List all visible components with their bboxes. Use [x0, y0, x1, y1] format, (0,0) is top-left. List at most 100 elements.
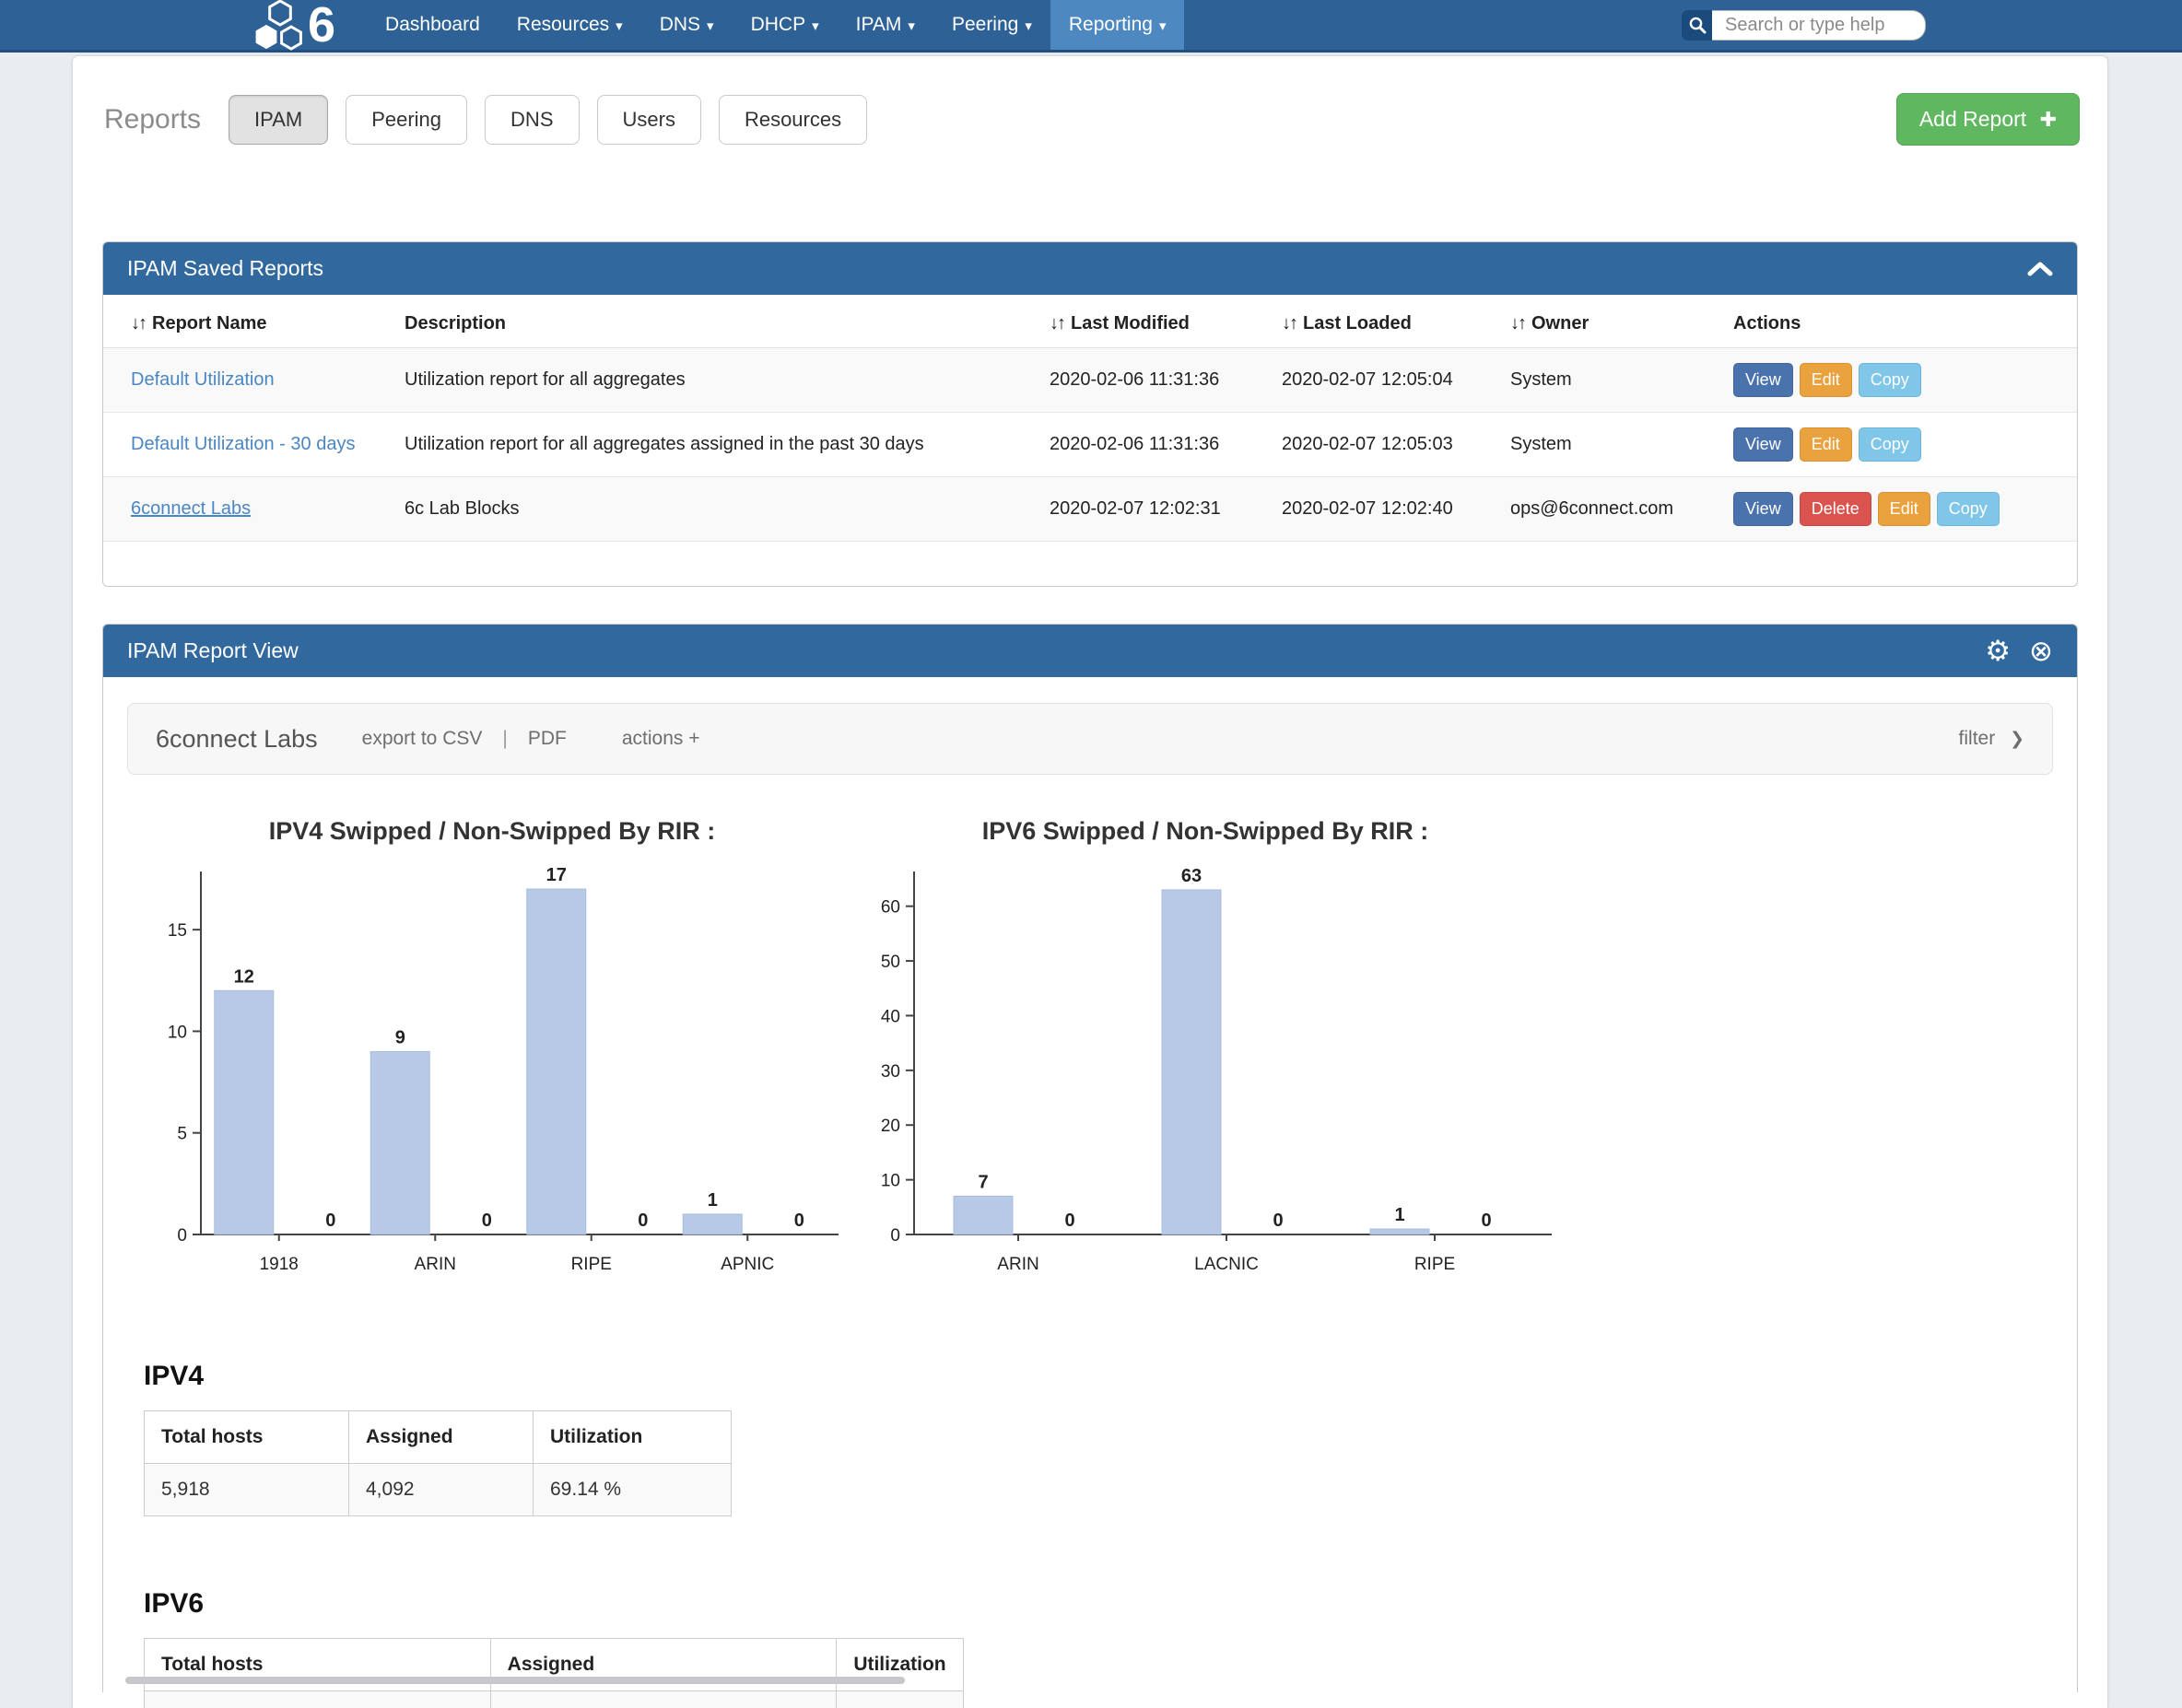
column-header-owner[interactable]: ↓↑Owner — [1499, 297, 1722, 348]
tab-ipam[interactable]: IPAM — [229, 95, 328, 145]
column-header-last-loaded[interactable]: ↓↑ Last Loaded — [1271, 297, 1499, 348]
svg-text:ARIN: ARIN — [997, 1255, 1038, 1274]
export-pdf-link[interactable]: PDF — [528, 728, 567, 750]
close-icon[interactable]: ⊗ — [2029, 637, 2053, 665]
app-logo[interactable]: 6 — [247, 0, 335, 52]
svg-text:9: 9 — [395, 1027, 405, 1047]
column-header-report-name[interactable]: ↓↑Report Name — [103, 297, 393, 348]
ipv6-summary-section: IPV6 Total hostsAssignedUtilization1,208… — [144, 1588, 2077, 1708]
summary-value-total-hosts: 1,208,944,266,358,702,884,257,818 — [145, 1691, 491, 1708]
gear-icon[interactable]: ⚙ — [1985, 637, 2011, 665]
saved-reports-panel: IPAM Saved Reports ↓↑Report Name Descript… — [102, 241, 2078, 587]
chart-ipv6: IPV6 Swipped / Non-Swipped By RIR :01020… — [855, 817, 1555, 1300]
ipv4-summary-section: IPV4 Total hostsAssignedUtilization5,918… — [144, 1361, 2077, 1516]
report-link[interactable]: Default Utilization - 30 days — [131, 434, 355, 454]
add-report-label: Add Report — [1919, 107, 2026, 131]
caret-down-icon: ▾ — [812, 18, 819, 34]
tab-resources[interactable]: Resources — [719, 95, 867, 145]
add-report-button[interactable]: Add Report ✚ — [1896, 93, 2080, 146]
ipv6-summary-table: Total hostsAssignedUtilization1,208,944,… — [144, 1638, 964, 1708]
summary-col-utilization: Utilization — [534, 1411, 732, 1464]
chart-ipv4: IPV4 Swipped / Non-Swipped By RIR :05101… — [142, 817, 842, 1300]
svg-text:0: 0 — [325, 1211, 335, 1231]
copy-button[interactable]: Copy — [1859, 363, 1921, 397]
chart-title: IPV6 Swipped / Non-Swipped By RIR : — [855, 817, 1555, 846]
report-link[interactable]: Default Utilization — [131, 369, 275, 390]
sort-icon: ↓↑ — [1050, 313, 1064, 333]
nav-item-dhcp[interactable]: DHCP ▾ — [733, 0, 838, 50]
delete-button[interactable]: Delete — [1800, 492, 1871, 526]
view-button[interactable]: View — [1733, 427, 1793, 462]
column-label: Owner — [1531, 313, 1589, 333]
nav-item-ipam[interactable]: IPAM▾ — [838, 0, 933, 50]
nav-item-reporting[interactable]: Reporting▾ — [1050, 0, 1185, 50]
actions-cell: ViewEditCopy — [1722, 348, 2077, 413]
svg-text:LACNIC: LACNIC — [1194, 1255, 1259, 1274]
panel-title: IPAM Saved Reports — [127, 256, 323, 281]
edit-button[interactable]: Edit — [1800, 363, 1852, 397]
svg-text:0: 0 — [638, 1211, 648, 1231]
search-icon[interactable] — [1682, 10, 1712, 41]
svg-text:0: 0 — [1481, 1211, 1491, 1231]
last-modified-cell: 2020-02-06 11:31:36 — [1038, 413, 1271, 477]
copy-button[interactable]: Copy — [1859, 427, 1921, 462]
svg-text:60: 60 — [881, 898, 900, 918]
svg-text:RIPE: RIPE — [1414, 1255, 1455, 1274]
svg-text:ARIN: ARIN — [415, 1255, 456, 1274]
edit-button[interactable]: Edit — [1878, 492, 1930, 526]
summary-value-utilization: 69.14 % — [534, 1464, 732, 1516]
chart-title: IPV4 Swipped / Non-Swipped By RIR : — [142, 817, 842, 846]
horizontal-scrollbar-thumb[interactable] — [125, 1677, 905, 1684]
nav-item-dashboard[interactable]: Dashboard — [367, 0, 499, 50]
last-loaded-cell: 2020-02-07 12:05:04 — [1271, 348, 1499, 413]
tab-users[interactable]: Users — [597, 95, 701, 145]
column-header-actions: Actions — [1722, 297, 2077, 348]
caret-down-icon: ▾ — [1025, 18, 1032, 34]
column-header-description: Description — [393, 297, 1038, 348]
column-header-last-modified[interactable]: ↓↑ Last Modified — [1038, 297, 1271, 348]
search-input[interactable] — [1712, 10, 1926, 41]
table-row: Default Utilization - 30 days Utilization… — [103, 413, 2077, 477]
view-button[interactable]: View — [1733, 363, 1793, 397]
view-button[interactable]: View — [1733, 492, 1793, 526]
filter-toggle[interactable]: filter ❯ — [1959, 728, 2024, 750]
description-cell: Utilization report for all aggregates as… — [393, 413, 1038, 477]
svg-text:1: 1 — [708, 1190, 718, 1211]
page-title: Reports — [104, 104, 201, 135]
svg-text:1: 1 — [1394, 1205, 1404, 1225]
summary-value-assigned: 4,092 — [349, 1464, 534, 1516]
export-csv-link[interactable]: export to CSV — [362, 728, 483, 750]
sort-icon: ↓↑ — [1282, 313, 1296, 333]
tab-dns[interactable]: DNS — [485, 95, 579, 145]
nav-item-peering[interactable]: Peering ▾ — [933, 0, 1050, 50]
svg-text:5: 5 — [177, 1125, 187, 1144]
report-view-panel: IPAM Report View ⚙ ⊗ 6connect Labs expor… — [102, 624, 2078, 1692]
chevron-up-icon[interactable] — [2027, 262, 2053, 276]
tab-peering[interactable]: Peering — [346, 95, 467, 145]
reports-header: Reports IPAM Peering DNS Users Resources Add… — [73, 56, 2107, 146]
nav-item-dns[interactable]: DNS▾ — [641, 0, 733, 50]
svg-text:17: 17 — [546, 865, 567, 885]
column-label: Last Loaded — [1303, 313, 1412, 333]
svg-text:15: 15 — [168, 921, 187, 941]
nav-item-label: Reporting — [1069, 14, 1153, 35]
global-search — [1682, 10, 1926, 41]
nav-item-label: DHCP — [751, 14, 806, 35]
filter-label: filter — [1959, 728, 1996, 749]
nav-item-resources[interactable]: Resources▾ — [499, 0, 641, 50]
column-label: Description — [405, 313, 506, 333]
actions-menu[interactable]: actions + — [622, 728, 700, 750]
copy-button[interactable]: Copy — [1937, 492, 2000, 526]
charts-row: IPV4 Swipped / Non-Swipped By RIR :05101… — [103, 817, 2077, 1300]
summary-header-row: Total hostsAssignedUtilization — [145, 1411, 732, 1464]
last-loaded-cell: 2020-02-07 12:02:40 — [1271, 477, 1499, 542]
description-cell: Utilization report for all aggregates — [393, 348, 1038, 413]
column-label: Last Modified — [1071, 313, 1190, 333]
edit-button[interactable]: Edit — [1800, 427, 1852, 462]
main-content: Reports IPAM Peering DNS Users Resources Add… — [72, 55, 2108, 1708]
nav-item-label: Peering — [952, 14, 1018, 35]
column-label: Actions — [1733, 313, 1801, 333]
toolbar-divider: | — [502, 728, 507, 750]
report-link[interactable]: 6connect Labs — [131, 498, 251, 519]
nav-item-label: Dashboard — [385, 14, 480, 35]
